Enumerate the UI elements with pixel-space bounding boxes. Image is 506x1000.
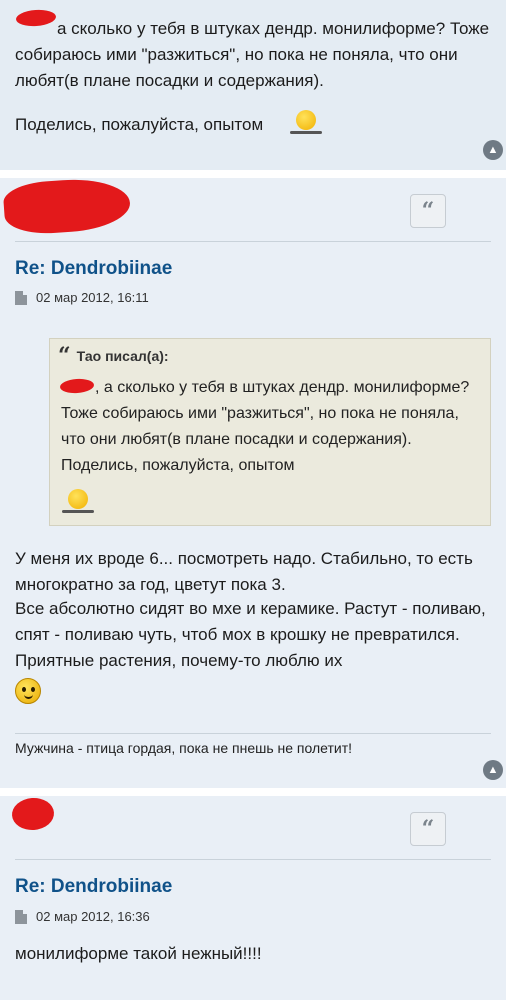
post-date: 02 мар 2012, 16:11 [36, 290, 149, 305]
quote-icon: “ [421, 816, 435, 842]
quote-text-content: , а сколько у тебя в штуках дендр. монил… [61, 379, 470, 474]
quote-button[interactable]: “ [410, 812, 446, 846]
post-top: а сколько у тебя в штуках дендр. монилиф… [0, 0, 506, 170]
post-bottom: “ Re: Dendrobiinae 02 мар 2012, 16:36 мо… [0, 796, 506, 1000]
quote-text: , а сколько у тебя в штуках дендр. монил… [61, 375, 486, 479]
post-top-tail-text: Поделись, пожалуйста, опытом [15, 115, 264, 134]
quote-icon: “ [58, 343, 71, 369]
post-body-line-2: Все абсолютно сидят во мхе и керамике. Р… [15, 599, 486, 670]
post-body-line-1: У меня их вроде 6... посмотреть надо. Ст… [15, 549, 473, 594]
quote-button[interactable]: “ [410, 194, 446, 228]
sun-smiley-icon [62, 489, 94, 513]
post-title[interactable]: Re: Dendrobiinae [15, 876, 172, 898]
signature: Мужчина - птица гордая, пока не пнешь не… [15, 740, 353, 756]
signature-divider [15, 733, 491, 734]
chevron-up-icon[interactable]: ▲ [483, 140, 503, 160]
post-body: монилиформе такой нежный!!!! [15, 944, 262, 963]
divider [15, 241, 491, 242]
redacted-author-block [10, 796, 56, 832]
quote-icon: “ [421, 198, 435, 224]
quote-block: “ Тао писал(а): , а сколько у тебя в шту… [49, 338, 491, 526]
document-icon [15, 909, 27, 924]
redacted-author-block [2, 175, 132, 237]
post-meta: 02 мар 2012, 16:36 [15, 909, 150, 924]
quote-author: Тао писал(а): [76, 348, 169, 364]
divider [15, 859, 491, 860]
post-meta: 02 мар 2012, 16:11 [15, 290, 149, 305]
post-date: 02 мар 2012, 16:36 [36, 909, 150, 924]
quote-header: “ Тао писал(а): [58, 343, 169, 369]
sun-smiley-icon [290, 110, 322, 134]
post-top-quote-tail: Поделись, пожалуйста, опытом [15, 112, 263, 138]
post-top-quote-body: а сколько у тебя в штуках дендр. монилиф… [15, 19, 490, 90]
document-icon [15, 290, 27, 305]
laughing-smiley-icon [15, 678, 41, 704]
chevron-up-icon[interactable]: ▲ [483, 760, 503, 780]
post-title[interactable]: Re: Dendrobiinae [15, 258, 172, 280]
